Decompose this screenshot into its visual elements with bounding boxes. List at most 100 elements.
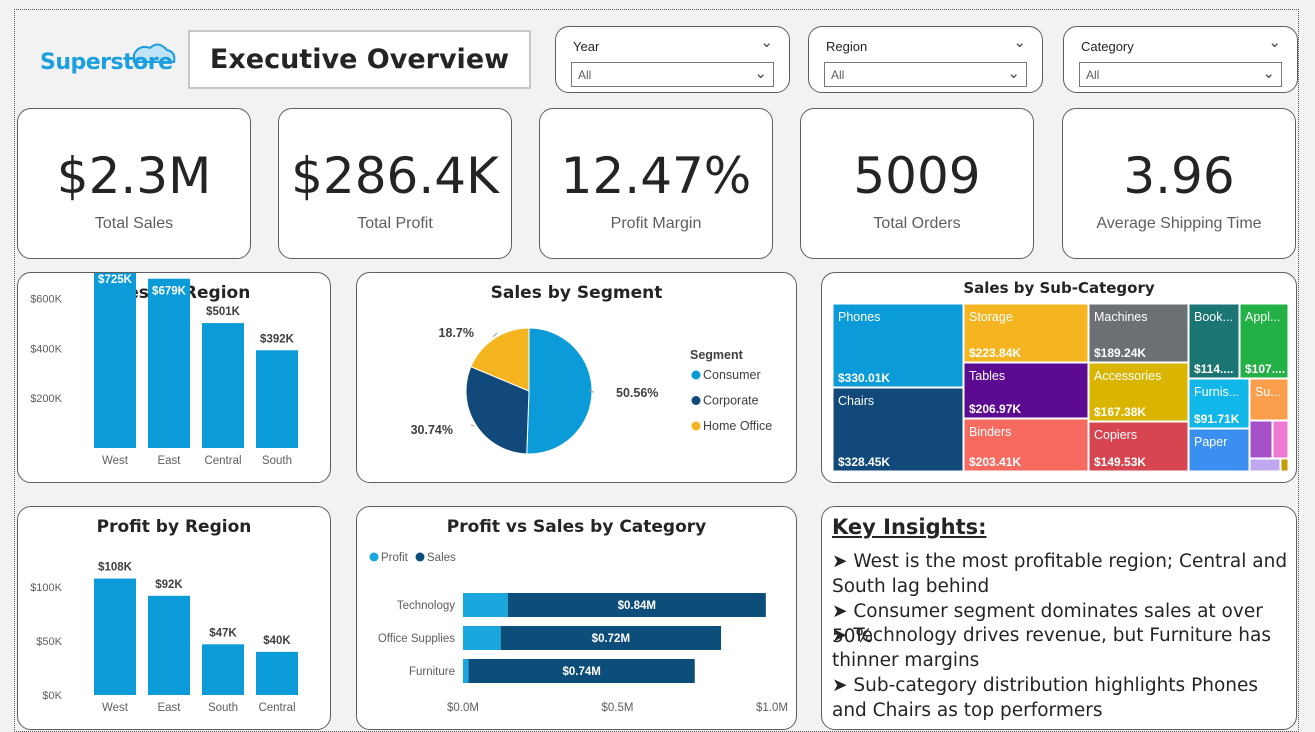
category-dropdown[interactable]: All ⌄ — [1079, 62, 1282, 87]
kpi-value: $286.4K — [291, 147, 499, 205]
x-tick-label: $0.0M — [447, 702, 479, 714]
chevron-down-icon[interactable]: ⌄ — [1268, 33, 1281, 51]
legend-label: Consumer — [703, 368, 761, 382]
x-tick-label: $0.5M — [602, 702, 634, 714]
leader-line — [492, 332, 498, 338]
bar-profit — [463, 593, 508, 617]
logo-text: Superstore — [40, 50, 173, 75]
chevron-down-icon: ⌄ — [754, 65, 767, 82]
data-label: $679K — [152, 286, 187, 298]
legend-marker — [415, 552, 425, 562]
profit-by-region-card[interactable]: Profit by Region $0K $50K $100K $108K West $9… — [17, 506, 331, 730]
bar — [202, 323, 244, 448]
tile-value: $114.... — [1194, 362, 1233, 376]
kpi-card-profit-margin[interactable]: 12.47% Profit Margin — [539, 108, 773, 259]
chevron-down-icon[interactable]: ⌄ — [1013, 33, 1026, 51]
data-label: $392K — [260, 333, 295, 345]
treemap-tile-small — [1249, 420, 1273, 459]
superstore-logo: Superstore — [36, 40, 176, 80]
kpi-value: 5009 — [853, 147, 981, 205]
data-label: $92K — [155, 579, 183, 591]
tile-name: Binders — [969, 425, 1011, 439]
y-tick-label: Technology — [397, 600, 455, 612]
kpi-card-total-sales[interactable]: $2.3M Total Sales — [17, 108, 251, 259]
bar — [148, 278, 190, 448]
slice-label: 50.56% — [616, 386, 658, 400]
data-label: $0.74M — [562, 666, 600, 678]
category-slicer[interactable]: Category ⌄ All ⌄ — [1063, 26, 1298, 93]
sales-by-region-card[interactable]: Sales by Region $200K$400K$600K$725KWest… — [17, 272, 331, 483]
legend-marker — [691, 421, 701, 431]
y-tick-label: $400K — [30, 343, 62, 355]
y-tick-label: Office Supplies — [378, 633, 455, 645]
sales-by-segment-chart: 50.56% 30.74% 18.7% Segment Consumer Corporat… — [411, 326, 772, 455]
profit-vs-sales-card[interactable]: Profit vs Sales by Category Profit Sales T… — [356, 506, 797, 730]
kpi-label: Total Orders — [873, 215, 961, 232]
chevron-down-icon: ⌄ — [1007, 65, 1020, 82]
region-slicer[interactable]: Region ⌄ All ⌄ — [808, 26, 1043, 93]
tile-value: $149.53K — [1094, 455, 1146, 469]
bar-profit — [463, 626, 501, 650]
bar — [256, 651, 298, 695]
tile-value: $223.84K — [969, 346, 1021, 360]
kpi-card-avg-shipping-time[interactable]: 3.96 Average Shipping Time — [1062, 108, 1296, 259]
bar — [148, 595, 190, 695]
x-tick-label: West — [102, 455, 129, 467]
x-tick-label: East — [157, 702, 181, 714]
insights-title: Key Insights: — [832, 515, 987, 539]
kpi-label: Total Sales — [94, 215, 174, 232]
tile-name: Phones — [838, 310, 880, 324]
dashboard-canvas: Superstore Executive Overview Year ⌄ All… — [0, 0, 1315, 732]
tile-value: $167.38K — [1094, 405, 1146, 419]
tile-name: Tables — [969, 369, 1005, 383]
kpi-label: Average Shipping Time — [1096, 215, 1262, 232]
treemap-tile-small — [1249, 458, 1281, 472]
chevron-down-icon[interactable]: ⌄ — [760, 33, 773, 51]
tile-name: Book... — [1194, 310, 1233, 324]
kpi-card-total-profit[interactable]: $286.4K Total Profit — [278, 108, 512, 259]
sales-by-segment-card[interactable]: Sales by Segment 50.56% 30.74% 18.7% Segmen… — [356, 272, 797, 483]
tile-name: Copiers — [1094, 428, 1137, 442]
tile-value: $328.45K — [838, 455, 890, 469]
tile-name: Chairs — [838, 394, 874, 408]
kpi-card-total-orders[interactable]: 5009 Total Orders — [800, 108, 1034, 259]
insight-item: ➤ Sub-category distribution highlights P… — [832, 675, 1259, 721]
y-tick-label: $200K — [30, 393, 62, 405]
sales-by-subcategory-treemap: Phones $330.01K Chairs $328.45K Storage $223.… — [832, 303, 1289, 472]
x-tick-label: West — [102, 702, 129, 714]
region-dropdown[interactable]: All ⌄ — [824, 62, 1027, 87]
sales-by-subcategory-card[interactable]: Sales by Sub-Category Phones $330.01K Chai… — [821, 272, 1297, 483]
data-label: $40K — [263, 635, 291, 647]
profit-by-region-chart: $0K $50K $100K $108K West $92K East $47K South $4… — [30, 562, 298, 714]
legend-marker — [369, 552, 379, 562]
data-label: $725K — [98, 274, 133, 286]
tile-name: Machines — [1094, 310, 1148, 324]
data-label: $501K — [206, 306, 241, 318]
y-tick-label: $600K — [30, 293, 62, 305]
legend-label: Corporate — [703, 394, 759, 408]
tile-value: $91.71K — [1194, 412, 1240, 426]
kpi-value: $2.3M — [56, 147, 212, 205]
slicer-title: Region — [826, 39, 868, 54]
bar — [202, 644, 244, 695]
year-dropdown[interactable]: All ⌄ — [571, 62, 774, 87]
legend-title: Segment — [690, 348, 744, 362]
bar — [94, 578, 136, 695]
slice-label: 18.7% — [439, 326, 474, 340]
dropdown-value: All — [578, 68, 592, 82]
treemap-tile-small — [1280, 458, 1289, 472]
profit-vs-sales-chart: Profit Sales Technology $0.84M Office Suppli… — [369, 552, 788, 714]
kpi-value: 12.47% — [560, 147, 752, 205]
treemap-tile-small — [1272, 420, 1289, 459]
sales-by-region-chart: $200K $400K $600K $725K West $679K East $501K Ce… — [30, 273, 298, 467]
legend-label: Sales — [427, 552, 456, 564]
insight-item: ➤ West is the most profitable region; Ce… — [832, 551, 1288, 597]
x-tick-label: $1.0M — [756, 702, 788, 714]
leader-line — [470, 424, 475, 427]
data-label: $47K — [209, 627, 237, 639]
legend-label: Home Office — [703, 419, 772, 433]
kpi-label: Profit Margin — [610, 215, 702, 232]
kpi-label: Total Profit — [357, 215, 433, 232]
year-slicer[interactable]: Year ⌄ All ⌄ — [555, 26, 790, 93]
page-title: Executive Overview — [209, 44, 510, 75]
